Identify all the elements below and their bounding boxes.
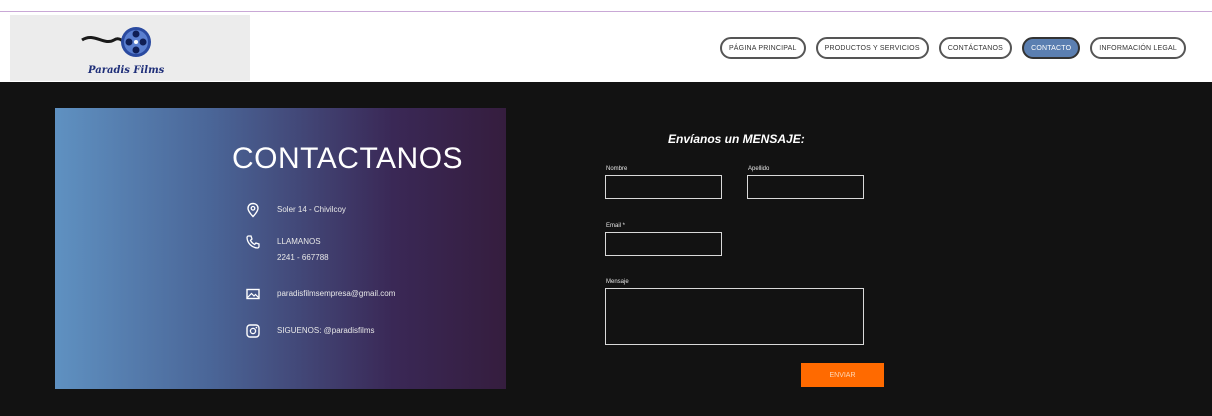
submit-button[interactable]: ENVIAR	[801, 363, 884, 387]
email-text[interactable]: paradisfilmsempresa@gmail.com	[277, 286, 395, 302]
nav-item-productos-servicios[interactable]: PRODUCTOS Y SERVICIOS	[815, 37, 929, 59]
contact-card-title: CONTACTANOS	[232, 142, 464, 175]
message-label: Mensaje	[606, 279, 629, 285]
mail-icon	[246, 288, 260, 300]
nav-item-contactanos[interactable]: CONTÁCTANOS	[938, 37, 1013, 59]
nav-item-informacion-legal[interactable]: INFORMACIÓN LEGAL	[1090, 37, 1186, 59]
social-text[interactable]: SIGUENOS: @paradisfilms	[277, 323, 374, 339]
logo[interactable]: Paradis Films	[10, 15, 250, 81]
contact-section: CONTACTANOS Soler 14 - Chivilcoy LLAMANO…	[0, 82, 1212, 416]
phone-icon	[246, 235, 260, 249]
film-reel-logo-icon	[81, 27, 151, 57]
form-title: Envíanos un MENSAJE:	[668, 132, 805, 146]
message-field[interactable]	[605, 288, 864, 345]
site-header: Paradis Films PÁGINA PRINCIPAL PRODUCTOS…	[0, 12, 1212, 82]
social-row: SIGUENOS: @paradisfilms	[245, 323, 374, 339]
email-row: paradisfilmsempresa@gmail.com	[245, 286, 395, 302]
lastname-field[interactable]	[747, 175, 864, 199]
contact-card: CONTACTANOS Soler 14 - Chivilcoy LLAMANO…	[55, 108, 506, 389]
logo-text: Paradis Films	[88, 65, 165, 76]
location-pin-icon	[247, 202, 259, 218]
address-row: Soler 14 - Chivilcoy	[245, 202, 346, 218]
instagram-icon	[246, 324, 260, 338]
phone-label: LLAMANOS	[277, 237, 321, 246]
main-nav: PÁGINA PRINCIPAL PRODUCTOS Y SERVICIOS C…	[719, 37, 1186, 59]
name-field[interactable]	[605, 175, 722, 199]
name-label: Nombre	[606, 166, 628, 172]
nav-item-pagina-principal[interactable]: PÁGINA PRINCIPAL	[719, 37, 806, 59]
phone-row: LLAMANOS 2241 - 667788	[245, 234, 329, 266]
phone-text: LLAMANOS 2241 - 667788	[277, 234, 329, 266]
nav-item-contacto[interactable]: CONTACTO	[1022, 37, 1081, 59]
lastname-label: Apellido	[748, 166, 770, 172]
email-field[interactable]	[605, 232, 722, 256]
phone-number: 2241 - 667788	[277, 253, 329, 262]
email-label: Email *	[606, 223, 626, 229]
address-text: Soler 14 - Chivilcoy	[277, 205, 346, 214]
